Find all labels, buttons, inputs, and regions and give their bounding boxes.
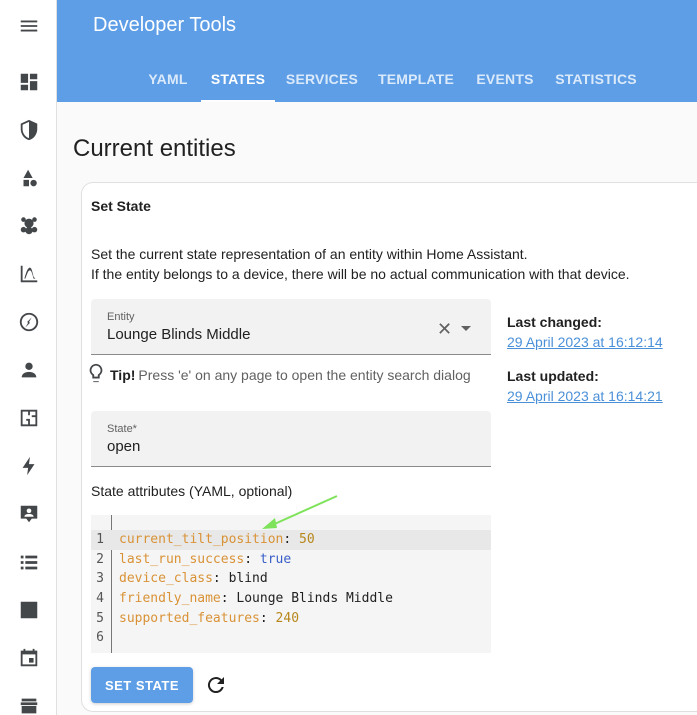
dashboard-icon[interactable] — [0, 64, 57, 100]
line-number: 2 — [96, 552, 104, 567]
yaml-key: supported_features — [119, 611, 260, 626]
shield-icon[interactable] — [0, 112, 57, 148]
yaml-value: blind — [228, 571, 268, 586]
state-field-label: State* — [107, 423, 137, 435]
list-icon[interactable] — [0, 544, 57, 580]
last-changed-link[interactable]: 29 April 2023 at 16:12:14 — [507, 334, 663, 350]
last-updated-label: Last updated: — [507, 368, 599, 384]
card-title: Set State — [91, 198, 151, 214]
lightning-icon[interactable] — [0, 448, 57, 484]
yaml-key: device_class — [119, 571, 213, 586]
calendar-icon[interactable] — [0, 640, 57, 676]
chart-icon[interactable] — [0, 256, 57, 292]
tab-yaml[interactable]: YAML — [141, 56, 195, 102]
entity-picker[interactable]: Entity Lounge Blinds Middle ✕ — [91, 299, 491, 355]
floorplan-icon[interactable] — [0, 400, 57, 436]
teddy-bear-icon[interactable] — [0, 208, 57, 244]
line-number: 1 — [96, 532, 104, 547]
yaml-line: 3 device_class: blind — [91, 569, 491, 589]
entity-field-value: Lounge Blinds Middle — [107, 326, 251, 343]
entity-field-label: Entity — [107, 311, 135, 323]
person-icon[interactable] — [0, 352, 57, 388]
tab-bar: YAML STATES SERVICES TEMPLATE EVENTS STA… — [57, 56, 697, 102]
attributes-label: State attributes (YAML, optional) — [91, 483, 293, 499]
yaml-key: current_tilt_position — [119, 532, 284, 547]
shapes-icon[interactable] — [0, 160, 57, 196]
description-line-1: Set the current state representation of … — [91, 246, 528, 262]
state-field-value: open — [107, 438, 141, 455]
tab-statistics[interactable]: STATISTICS — [551, 56, 641, 102]
tab-states[interactable]: STATES — [201, 56, 275, 102]
tab-template[interactable]: TEMPLATE — [373, 56, 459, 102]
last-changed-label: Last changed: — [507, 314, 602, 330]
line-number: 5 — [96, 611, 104, 626]
line-number: 3 — [96, 571, 104, 586]
compass-icon[interactable] — [0, 304, 57, 340]
yaml-value: Lounge Blinds Middle — [236, 591, 393, 606]
yaml-line: 6 — [91, 628, 491, 648]
lightbulb-icon — [85, 362, 110, 387]
app-header: Developer Tools YAML STATES SERVICES TEM… — [57, 0, 697, 102]
page-title: Current entities — [73, 135, 236, 162]
yaml-value: true — [259, 552, 292, 567]
last-updated-link[interactable]: 29 April 2023 at 16:14:21 — [507, 388, 663, 404]
menu-icon[interactable] — [0, 8, 57, 44]
refresh-icon[interactable] — [204, 673, 228, 697]
badge-icon[interactable] — [0, 496, 57, 532]
tab-events[interactable]: EVENTS — [471, 56, 539, 102]
tab-services[interactable]: SERVICES — [283, 56, 361, 102]
yaml-line: 5 supported_features: 240 — [91, 609, 491, 629]
tip-bold: Tip! — [110, 366, 136, 383]
state-field[interactable]: State* open — [91, 411, 491, 467]
header-title: Developer Tools — [93, 14, 237, 36]
tip-row: Tip! Press 'e' on any page to open the e… — [85, 362, 471, 387]
bar-chart-icon[interactable] — [0, 592, 57, 628]
line-number: 6 — [96, 630, 104, 645]
set-state-button[interactable]: SET STATE — [91, 667, 193, 703]
yaml-line: 2 last_run_success: true — [91, 550, 491, 570]
yaml-value: 240 — [275, 611, 300, 626]
yaml-line: 1 current_tilt_position: 50 — [91, 530, 491, 550]
tip-text: Press 'e' on any page to open the entity… — [138, 366, 471, 383]
main-content: Current entities Set State Set the curre… — [57, 102, 697, 715]
set-state-card: Set State Set the current state represen… — [81, 182, 697, 712]
yaml-line: 4 friendly_name: Lounge Blinds Middle — [91, 589, 491, 609]
line-number: 4 — [96, 591, 104, 606]
dropdown-arrow-icon[interactable] — [461, 326, 471, 331]
sidebar — [0, 0, 57, 715]
yaml-editor[interactable]: 1 current_tilt_position: 50 2 last_run_s… — [91, 515, 491, 653]
card-description: Set the current state representation of … — [91, 244, 630, 284]
yaml-key: friendly_name — [119, 591, 221, 606]
store-icon[interactable] — [0, 688, 57, 715]
yaml-value: 50 — [299, 532, 315, 547]
clear-icon[interactable]: ✕ — [437, 320, 452, 338]
description-line-2: If the entity belongs to a device, there… — [91, 266, 630, 282]
yaml-key: last_run_success — [119, 552, 245, 567]
